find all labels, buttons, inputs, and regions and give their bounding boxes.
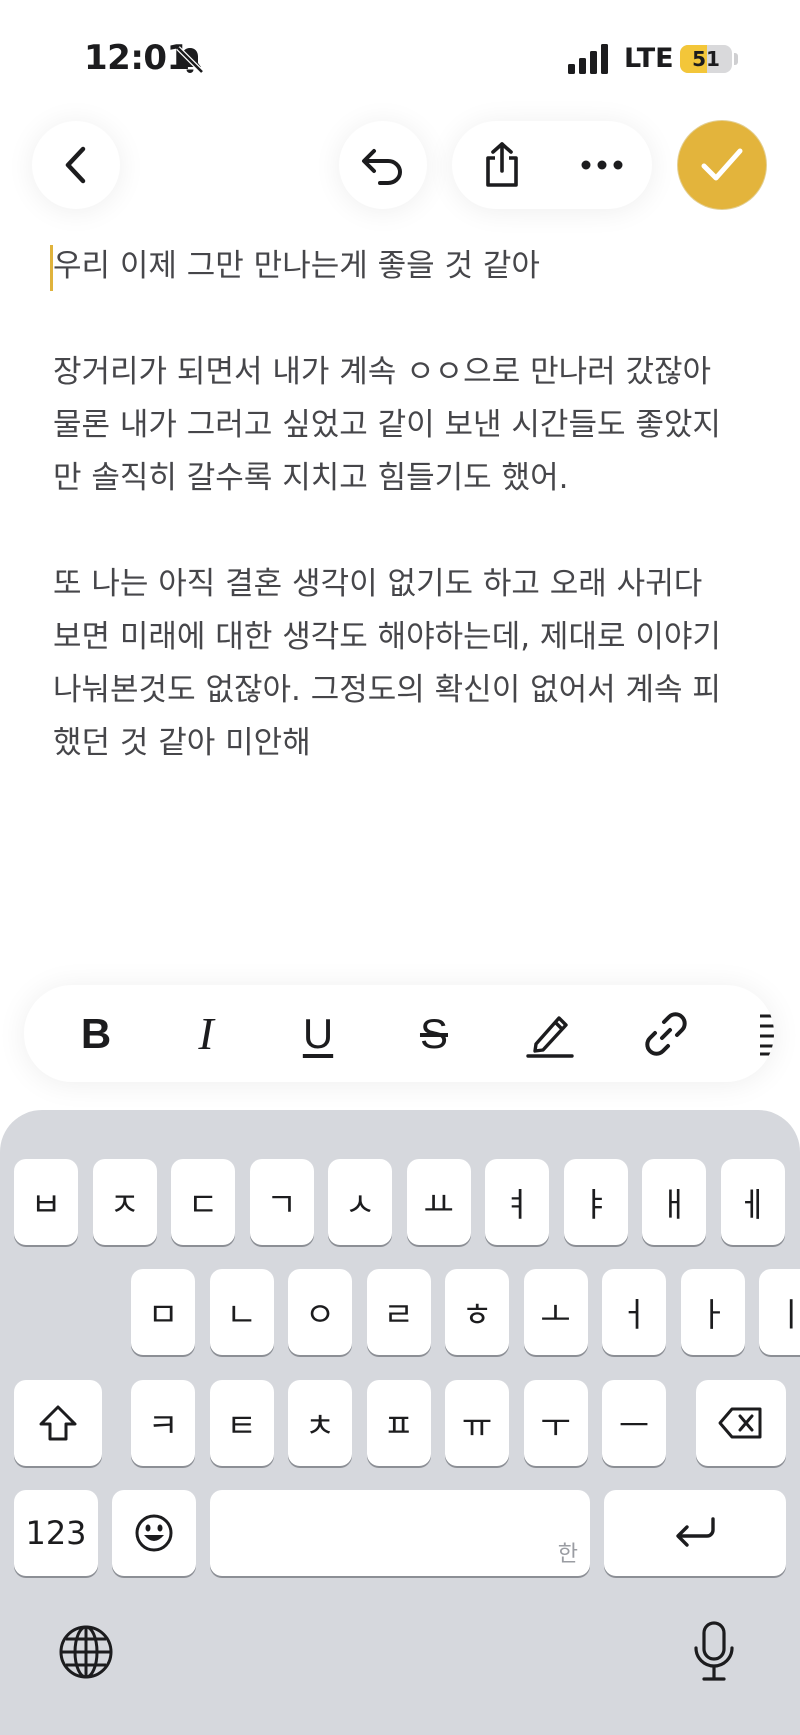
delete-backspace-icon (718, 1407, 762, 1439)
key-row2-1[interactable]: ㅁ (131, 1269, 195, 1355)
key-row1-6[interactable]: ㅛ (406, 1159, 471, 1245)
key-row3-3[interactable]: ㅊ (288, 1380, 352, 1466)
highlighter-icon (526, 1015, 574, 1058)
note-line: 또 나는 아직 결혼 생각이 없기도 하고 오래 사귀다 (53, 566, 703, 602)
undo-button[interactable] (339, 121, 427, 209)
more-dots-icon (581, 160, 623, 170)
key-row3-1[interactable]: ㅋ (131, 1380, 195, 1466)
delete-key[interactable] (696, 1380, 786, 1466)
bell-slash-icon (176, 46, 204, 74)
cellular-signal-icon (568, 44, 608, 74)
emoji-key[interactable] (112, 1490, 196, 1576)
highlighter-button[interactable] (510, 985, 590, 1082)
list-icon (760, 1014, 774, 1055)
share-icon (486, 142, 518, 187)
key-row2-2[interactable]: ㄴ (209, 1269, 274, 1355)
link-button[interactable] (626, 985, 706, 1082)
key-row3-7[interactable]: ㅡ (602, 1380, 666, 1466)
underline-icon: U (302, 1009, 334, 1057)
key-row3-4[interactable]: ㅍ (366, 1380, 431, 1466)
key-row3-2[interactable]: ㅌ (209, 1380, 274, 1466)
numbers-key-label: 123 (25, 1514, 87, 1552)
note-line: 우리 이제 그만 만나는게 좋을 것 같아 (53, 248, 540, 284)
checkmark-icon (701, 148, 743, 181)
battery-level: 51 (692, 47, 720, 71)
more-button[interactable] (552, 121, 652, 209)
share-more-group (452, 121, 652, 209)
return-key[interactable] (604, 1490, 786, 1576)
bold-icon: B (80, 1009, 112, 1057)
list-button[interactable] (734, 985, 774, 1082)
undo-arrow-icon (362, 149, 402, 185)
key-row3-6[interactable]: ㅜ (523, 1380, 588, 1466)
note-line: 했던 것 같아 미안해 (53, 725, 311, 761)
format-toolbar: B I U S (24, 985, 774, 1082)
shift-icon (39, 1405, 77, 1441)
note-line: 장거리가 되면서 내가 계속 ㅇㅇ으로 만나러 갔잖아 (53, 354, 712, 390)
italic-button[interactable]: I (166, 985, 246, 1082)
note-line: 물론 내가 그러고 싶었고 같이 보낸 시간들도 좋았지 (53, 407, 721, 443)
emoji-icon (135, 1514, 173, 1552)
strikethrough-button[interactable]: S (394, 985, 474, 1082)
key-row1-4[interactable]: ㄱ (249, 1159, 314, 1245)
battery-cap (734, 53, 738, 65)
done-button[interactable] (678, 121, 766, 209)
back-button[interactable] (32, 121, 120, 209)
key-row2-7[interactable]: ㅓ (602, 1269, 666, 1355)
battery-indicator: 51 (680, 45, 732, 73)
strikethrough-icon: S (419, 1009, 448, 1057)
keyboard: ㅂㅈㄷㄱㅅㅛㅕㅑㅐㅔ ㅁㄴㅇㄹㅎㅗㅓㅏㅣ ㅋㅌㅊㅍㅠㅜㅡ 123 한 (0, 1110, 800, 1735)
space-key[interactable]: 한 (210, 1490, 590, 1576)
note-line: 나눠본것도 없잖아. 그정도의 확신이 없어서 계속 피 (53, 672, 721, 708)
microphone-icon (694, 1621, 734, 1681)
key-row1-1[interactable]: ㅂ (14, 1159, 78, 1245)
key-row1-9[interactable]: ㅐ (642, 1159, 706, 1245)
key-row1-2[interactable]: ㅈ (92, 1159, 157, 1245)
status-bar: 12:01 LTE 51 (0, 0, 800, 110)
network-type: LTE (624, 43, 674, 74)
key-row2-6[interactable]: ㅗ (523, 1269, 588, 1355)
note-line: 보면 미래에 대한 생각도 해야하는데, 제대로 이야기 (53, 619, 721, 655)
note-line: 만 솔직히 갈수록 지치고 힘들기도 했어. (53, 460, 569, 496)
shift-key[interactable] (14, 1380, 102, 1466)
key-row1-5[interactable]: ㅅ (328, 1159, 392, 1245)
space-key-hint: 한 (557, 1542, 578, 1567)
key-row2-9[interactable]: ㅣ (759, 1269, 800, 1355)
chevron-left-icon (65, 146, 86, 184)
link-icon (645, 1011, 687, 1056)
bold-button[interactable]: B (56, 985, 136, 1082)
key-row1-3[interactable]: ㄷ (171, 1159, 235, 1245)
numbers-key[interactable]: 123 (14, 1490, 98, 1576)
key-row3-5[interactable]: ㅠ (445, 1380, 509, 1466)
underline-button[interactable]: U (278, 985, 358, 1082)
key-row2-4[interactable]: ㄹ (366, 1269, 431, 1355)
key-row2-3[interactable]: ㅇ (288, 1269, 352, 1355)
key-row2-8[interactable]: ㅏ (680, 1269, 745, 1355)
globe-icon (59, 1625, 113, 1679)
return-icon (676, 1517, 715, 1547)
key-row1-8[interactable]: ㅑ (563, 1159, 628, 1245)
globe-button[interactable] (56, 1622, 116, 1682)
share-button[interactable] (452, 121, 552, 209)
microphone-button[interactable] (686, 1618, 742, 1686)
key-row2-5[interactable]: ㅎ (445, 1269, 509, 1355)
key-row1-10[interactable]: ㅔ (720, 1159, 785, 1245)
key-row1-7[interactable]: ㅕ (485, 1159, 549, 1245)
italic-icon: I (198, 1008, 214, 1059)
note-body[interactable]: 우리 이제 그만 만나는게 좋을 것 같아 장거리가 되면서 내가 계속 ㅇㅇ으… (53, 240, 753, 770)
